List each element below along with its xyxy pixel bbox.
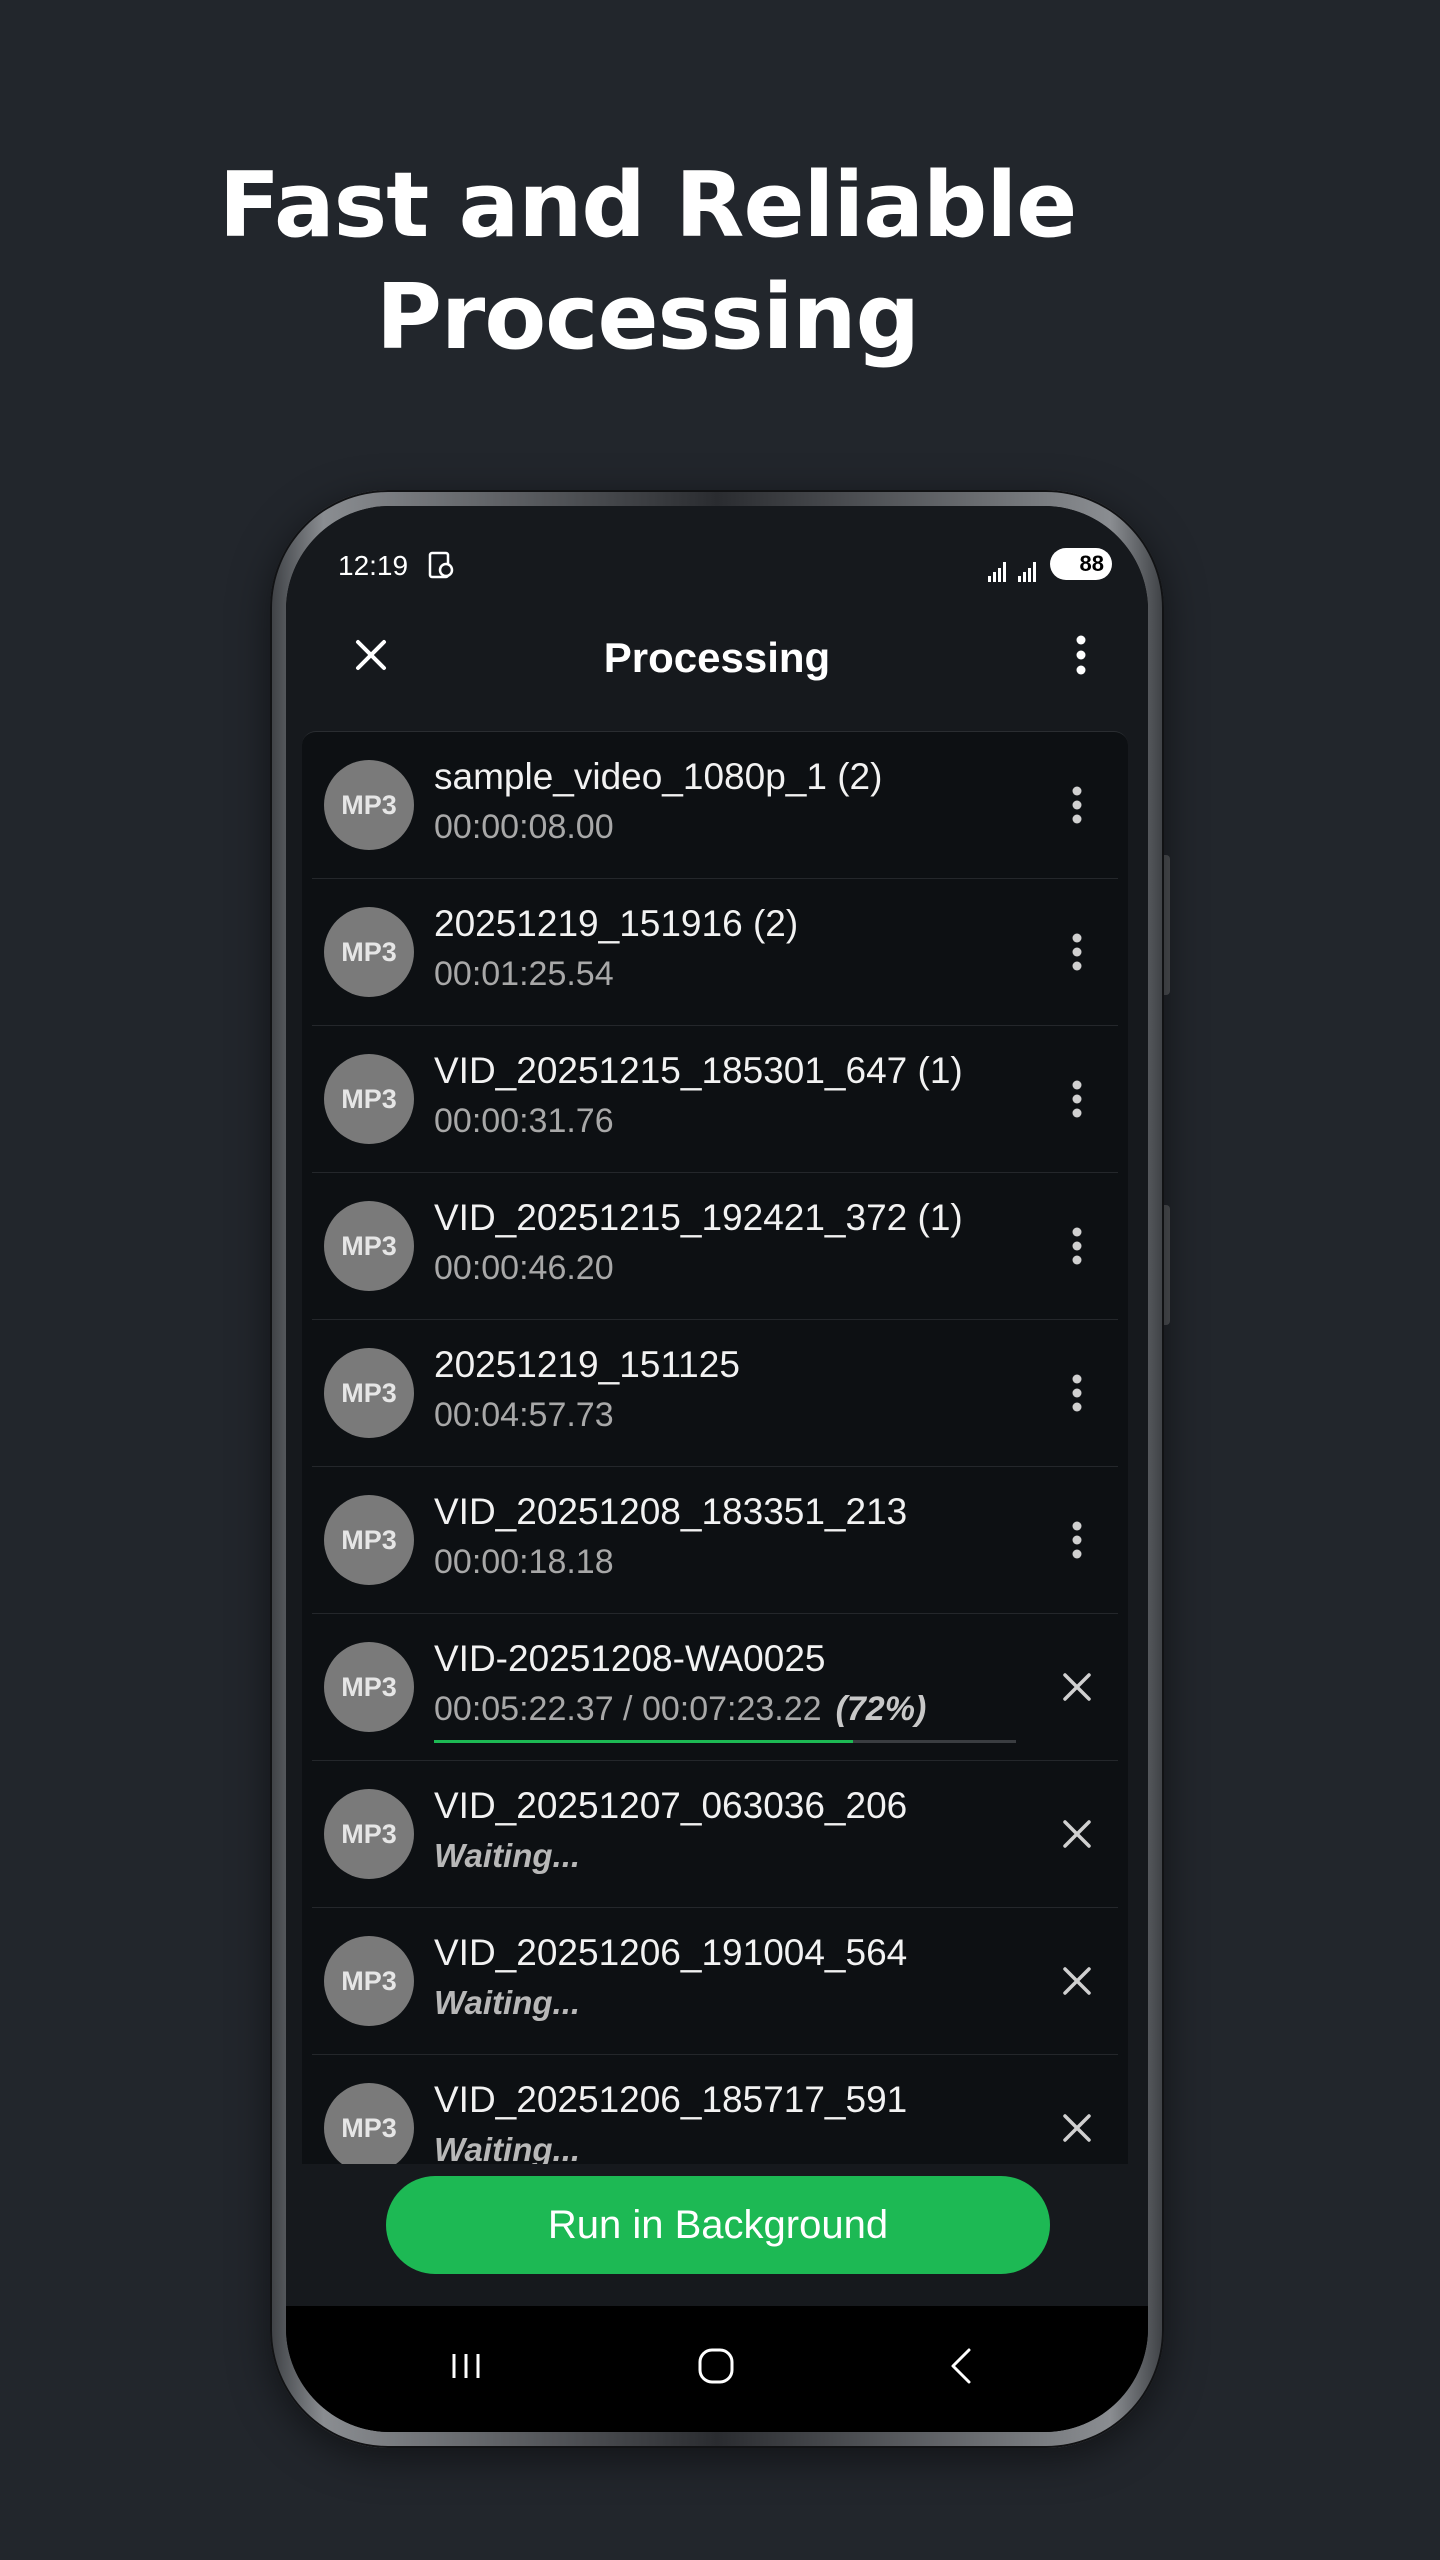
more-vert-icon[interactable] bbox=[1052, 1515, 1102, 1565]
headline-line-2: Processing bbox=[375, 265, 920, 370]
more-vert-icon[interactable] bbox=[1052, 1221, 1102, 1271]
phone-screen: 12:19 88 Processing MP3 sample_video_108… bbox=[286, 506, 1148, 2432]
item-subtitle: 00:00:18.18 bbox=[434, 1543, 614, 1581]
format-badge: MP3 bbox=[324, 2083, 414, 2164]
item-duration: 00:00:08.00 bbox=[434, 808, 614, 847]
list-item[interactable]: MP3 VID-20251208-WA0025 00:05:22.37 / 00:0… bbox=[312, 1614, 1118, 1761]
item-duration: 00:00:18.18 bbox=[434, 1543, 614, 1582]
more-vert-icon[interactable] bbox=[1052, 927, 1102, 977]
toolbar: Processing bbox=[286, 606, 1148, 716]
list-item[interactable]: MP3 20251219_151916 (2) 00:01:25.54 bbox=[312, 879, 1118, 1026]
item-title: VID_20251215_185301_647 (1) bbox=[434, 1050, 963, 1091]
item-title: 20251219_151125 bbox=[434, 1344, 740, 1385]
item-duration: 00:01:25.54 bbox=[434, 955, 614, 994]
item-title: 20251219_151916 (2) bbox=[434, 903, 799, 944]
item-subtitle: 00:05:22.37 / 00:07:23.22 bbox=[434, 1690, 822, 1728]
format-badge: MP3 bbox=[324, 1348, 414, 1438]
item-status: Waiting... bbox=[434, 1837, 580, 1875]
item-title: VID_20251206_185717_591 bbox=[434, 2079, 908, 2120]
item-title: VID_20251206_191004_564 bbox=[434, 1932, 908, 1973]
item-duration: 00:05:22.37 / 00:07:23.22 (72%) bbox=[434, 1690, 926, 1729]
item-duration: 00:04:57.73 bbox=[434, 1396, 614, 1435]
item-subtitle: Waiting... bbox=[434, 1837, 581, 1874]
item-duration: 00:00:31.76 bbox=[434, 1102, 614, 1141]
format-badge: MP3 bbox=[324, 1936, 414, 2026]
battery-indicator: 88 bbox=[1050, 548, 1112, 580]
format-badge: MP3 bbox=[324, 1789, 414, 1879]
run-in-background-button[interactable]: Run in Background bbox=[386, 2176, 1050, 2274]
more-vert-icon[interactable] bbox=[1066, 630, 1096, 680]
list-item[interactable]: MP3 VID_20251215_192421_372 (1) 00:00:46.2… bbox=[312, 1173, 1118, 1320]
item-percent: (72%) bbox=[835, 1690, 927, 1728]
item-subtitle: 00:00:08.00 bbox=[434, 808, 614, 846]
phone-frame: 12:19 88 Processing MP3 sample_video_108… bbox=[270, 490, 1164, 2448]
more-vert-icon[interactable] bbox=[1052, 780, 1102, 830]
item-subtitle: Waiting... bbox=[434, 2131, 581, 2164]
home-icon[interactable] bbox=[686, 2336, 746, 2396]
item-status: Waiting... bbox=[434, 1984, 580, 2022]
headline-line-1: Fast and Reliable bbox=[218, 153, 1078, 258]
recent-apps-icon[interactable] bbox=[436, 2336, 496, 2396]
format-badge: MP3 bbox=[324, 1054, 414, 1144]
list-item[interactable]: MP3 VID_20251206_185717_591 Waiting... bbox=[312, 2055, 1118, 2164]
more-vert-icon[interactable] bbox=[1052, 1074, 1102, 1124]
more-vert-icon[interactable] bbox=[1052, 1368, 1102, 1418]
format-badge: MP3 bbox=[324, 1495, 414, 1585]
progress-bar bbox=[434, 1740, 1016, 1743]
item-title: VID-20251208-WA0025 bbox=[434, 1638, 826, 1679]
back-icon[interactable] bbox=[931, 2336, 991, 2396]
format-badge: MP3 bbox=[324, 907, 414, 997]
list-item[interactable]: MP3 VID_20251208_183351_213 00:00:18.18 bbox=[312, 1467, 1118, 1614]
page-title: Processing bbox=[603, 634, 831, 681]
item-status: Waiting... bbox=[434, 2131, 580, 2164]
progress-fill bbox=[434, 1740, 854, 1743]
list-item[interactable]: MP3 VID_20251207_063036_206 Waiting... bbox=[312, 1761, 1118, 1908]
bottom-bar: Run in Background bbox=[286, 2164, 1148, 2304]
list-item[interactable]: MP3 VID_20251215_185301_647 (1) 00:00:31.7… bbox=[312, 1026, 1118, 1173]
item-subtitle: 00:01:25.54 bbox=[434, 955, 614, 993]
item-title: VID_20251215_192421_372 (1) bbox=[434, 1197, 963, 1238]
cancel-icon[interactable] bbox=[1052, 2103, 1102, 2153]
format-badge: MP3 bbox=[324, 760, 414, 850]
system-nav-bar bbox=[286, 2306, 1148, 2432]
status-bar: 12:19 88 bbox=[286, 536, 1148, 596]
item-subtitle: 00:00:46.20 bbox=[434, 1249, 614, 1287]
status-time: 12:19 bbox=[338, 550, 409, 581]
format-badge: MP3 bbox=[324, 1642, 414, 1732]
app-screen: 12:19 88 Processing MP3 sample_video_108… bbox=[286, 506, 1148, 2432]
cancel-icon[interactable] bbox=[1052, 1809, 1102, 1859]
item-subtitle: 00:04:57.73 bbox=[434, 1396, 614, 1434]
list-item[interactable]: MP3 VID_20251206_191004_564 Waiting... bbox=[312, 1908, 1118, 2055]
item-title: VID_20251207_063036_206 bbox=[434, 1785, 908, 1826]
processing-list: MP3 sample_video_1080p_1 (2) 00:00:08.00 MP… bbox=[302, 731, 1128, 2164]
list-item[interactable]: MP3 20251219_151125 00:04:57.73 bbox=[312, 1320, 1118, 1467]
cancel-icon[interactable] bbox=[1052, 1662, 1102, 1712]
headline: Fast and Reliable Processing bbox=[0, 150, 1295, 374]
notification-icon bbox=[428, 551, 454, 579]
cancel-icon[interactable] bbox=[1052, 1956, 1102, 2006]
item-title: VID_20251208_183351_213 bbox=[434, 1491, 908, 1532]
item-duration: 00:00:46.20 bbox=[434, 1249, 614, 1288]
item-title: sample_video_1080p_1 (2) bbox=[434, 756, 883, 797]
signal-icon bbox=[988, 562, 1036, 582]
format-badge: MP3 bbox=[324, 1201, 414, 1291]
list-item[interactable]: MP3 sample_video_1080p_1 (2) 00:00:08.00 bbox=[312, 732, 1118, 879]
item-subtitle: Waiting... bbox=[434, 1984, 581, 2021]
item-subtitle: 00:00:31.76 bbox=[434, 1102, 614, 1140]
